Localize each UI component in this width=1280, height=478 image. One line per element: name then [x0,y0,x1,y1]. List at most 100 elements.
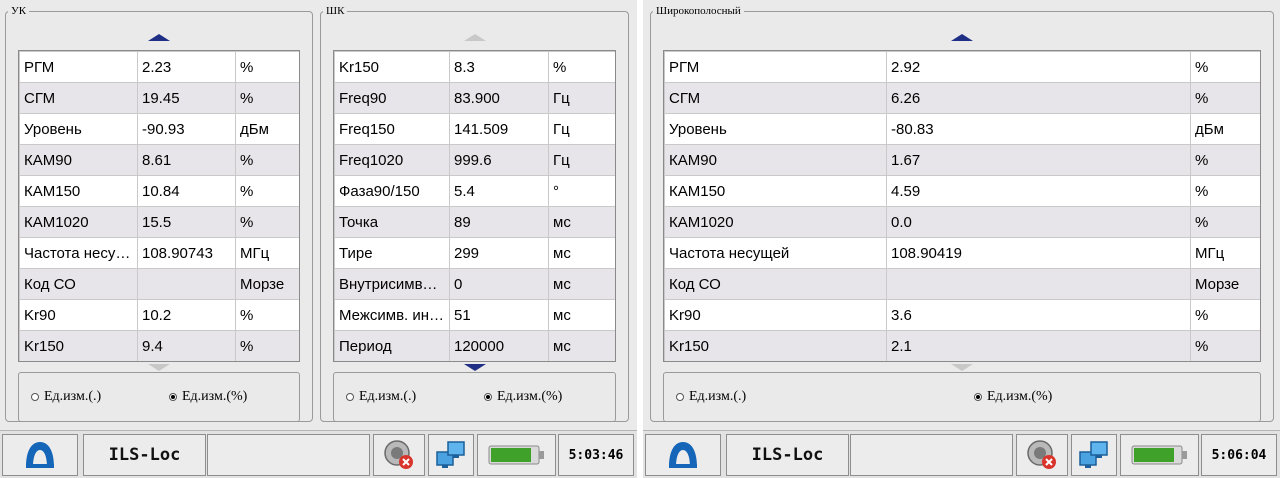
param-value-cell: 2.92 [886,51,1191,83]
table-row[interactable]: КАМ90 8.61% [19,144,299,176]
table-row[interactable]: КАМ1020 0.0% [664,206,1260,238]
clock: 5:06:04 [1201,434,1277,476]
table-row[interactable]: Kr150 9.4% [19,330,299,361]
app-name: ILS-Loc [108,445,181,465]
param-value-cell: 19.45 [137,82,236,114]
table-row[interactable]: Kr90 10.2% [19,299,299,331]
network-button[interactable] [428,434,474,476]
scroll-up-arrow[interactable] [951,34,973,41]
param-unit-cell: дБм [235,113,299,145]
param-unit-cell: % [1190,175,1260,207]
table-row[interactable]: Freq90 83.900 Гц [334,82,615,114]
param-name-cell: КАМ150 [19,175,138,207]
sound-button[interactable] [373,434,425,476]
wide-grid: РГМ 2.92% СГМ 6.26% Уровень -80.83 дБм КАМ90 1.6… [664,51,1260,361]
param-name-cell: Частота несущей [664,237,887,269]
units-pct-radio[interactable]: Ед.изм.(%) [169,389,247,405]
app-name-button[interactable]: ILS-Loc [83,434,206,476]
param-name-cell: Код СО [664,268,887,300]
units-pct-radio[interactable]: Ед.изм.(%) [974,389,1052,405]
table-row[interactable]: Частота несущей 108.90419 МГц [664,237,1260,269]
uk-grid: РГМ 2.23% СГМ 19.45% Уровень -90.93 дБм КАМ90 8.… [19,51,299,361]
param-unit-cell: % [1190,51,1260,83]
taskbar-empty-slot [850,434,1013,476]
table-row[interactable]: Код СО Морзе [664,268,1260,300]
param-unit-cell: % [1190,206,1260,238]
scroll-up-arrow[interactable] [148,34,170,41]
network-monitors-icon [1079,441,1108,468]
param-name-cell: КАМ90 [664,144,887,176]
scroll-down-arrow[interactable] [951,364,973,371]
network-monitors-icon [436,441,465,468]
param-name-cell: КАМ150 [664,175,887,207]
param-unit-cell: мс [548,268,615,300]
table-row[interactable]: Фаза90/150 5.4 ° [334,175,615,207]
battery-button[interactable] [1120,434,1199,476]
battery-icon [488,445,544,465]
units-pct-label: Ед.изм.(%) [987,389,1053,404]
param-value-cell: 108.90743 [137,237,236,269]
param-unit-cell: ° [548,175,615,207]
table-row[interactable]: Kr150 2.1% [664,330,1260,361]
left-screen: УК РГМ 2.23% СГМ 19.45% Уровень -90.93 дБм КАМ9… [0,0,637,478]
param-value-cell: 15.5 [137,206,236,238]
table-row[interactable]: РГМ 2.92% [664,51,1260,83]
table-row[interactable]: КАМ1020 15.5% [19,206,299,238]
table-row[interactable]: КАМ150 10.84% [19,175,299,207]
param-unit-cell: % [548,51,615,83]
param-unit-cell: МГц [235,237,299,269]
param-value-cell: 108.90419 [886,237,1191,269]
sound-button[interactable] [1016,434,1068,476]
table-row[interactable]: СГМ 19.45% [19,82,299,114]
table-row[interactable]: Период 120000 мс [334,330,615,361]
param-unit-cell: % [235,51,299,83]
start-button[interactable] [645,434,721,476]
app-name-button[interactable]: ILS-Loc [726,434,849,476]
scroll-down-arrow[interactable] [148,364,170,371]
table-row[interactable]: Уровень -80.83 дБм [664,113,1260,145]
param-value-cell: 141.509 [449,113,549,145]
table-row[interactable]: Freq150 141.509 Гц [334,113,615,145]
param-value-cell [137,268,236,300]
table-row[interactable]: Уровень -90.93 дБм [19,113,299,145]
param-name-cell: РГМ [19,51,138,83]
table-row[interactable]: Точка 89 мс [334,206,615,238]
units-dot-radio[interactable]: Ед.изм.(.) [676,389,746,405]
param-value-cell: 299 [449,237,549,269]
taskbar-empty-slot [207,434,370,476]
param-value-cell: 8.3 [449,51,549,83]
param-value-cell: 6.26 [886,82,1191,114]
table-row[interactable]: Kr90 3.6% [664,299,1260,331]
table-row[interactable]: СГМ 6.26% [664,82,1260,114]
table-row[interactable]: КАМ150 4.59% [664,175,1260,207]
battery-button[interactable] [477,434,556,476]
param-name-cell: СГМ [664,82,887,114]
param-unit-cell: % [235,175,299,207]
network-button[interactable] [1071,434,1117,476]
units-dot-radio[interactable]: Ед.изм.(.) [346,389,416,405]
table-row[interactable]: Межсимв. интервал51мс [334,299,615,331]
radio-off-icon [346,393,354,401]
table-row[interactable]: РГМ 2.23% [19,51,299,83]
radio-off-icon [31,393,39,401]
scroll-up-arrow[interactable] [463,34,486,41]
radio-off-icon [676,393,684,401]
table-row[interactable]: КАМ90 1.67% [664,144,1260,176]
units-pct-radio[interactable]: Ед.изм.(%) [484,389,562,405]
param-value-cell: 2.23 [137,51,236,83]
param-name-cell: КАМ1020 [19,206,138,238]
table-row[interactable]: Kr150 8.3% [334,51,615,83]
scroll-down-arrow[interactable] [463,364,486,371]
units-dot-radio[interactable]: Ед.изм.(.) [31,389,101,405]
table-row[interactable]: Freq1020 999.6 Гц [334,144,615,176]
table-row[interactable]: Частота несущей 108.90743 МГц [19,237,299,269]
table-row[interactable]: Код СО Морзе [19,268,299,300]
param-name-cell: КАМ90 [19,144,138,176]
wide-table: РГМ 2.92% СГМ 6.26% Уровень -80.83 дБм КАМ90 1.6… [663,50,1261,362]
table-row[interactable]: Внутрисимвольный0мс [334,268,615,300]
start-button[interactable] [2,434,78,476]
param-value-cell [886,268,1191,300]
param-value-cell: 1.67 [886,144,1191,176]
clock-time: 5:06:04 [1211,447,1267,463]
table-row[interactable]: Тире 299 мс [334,237,615,269]
